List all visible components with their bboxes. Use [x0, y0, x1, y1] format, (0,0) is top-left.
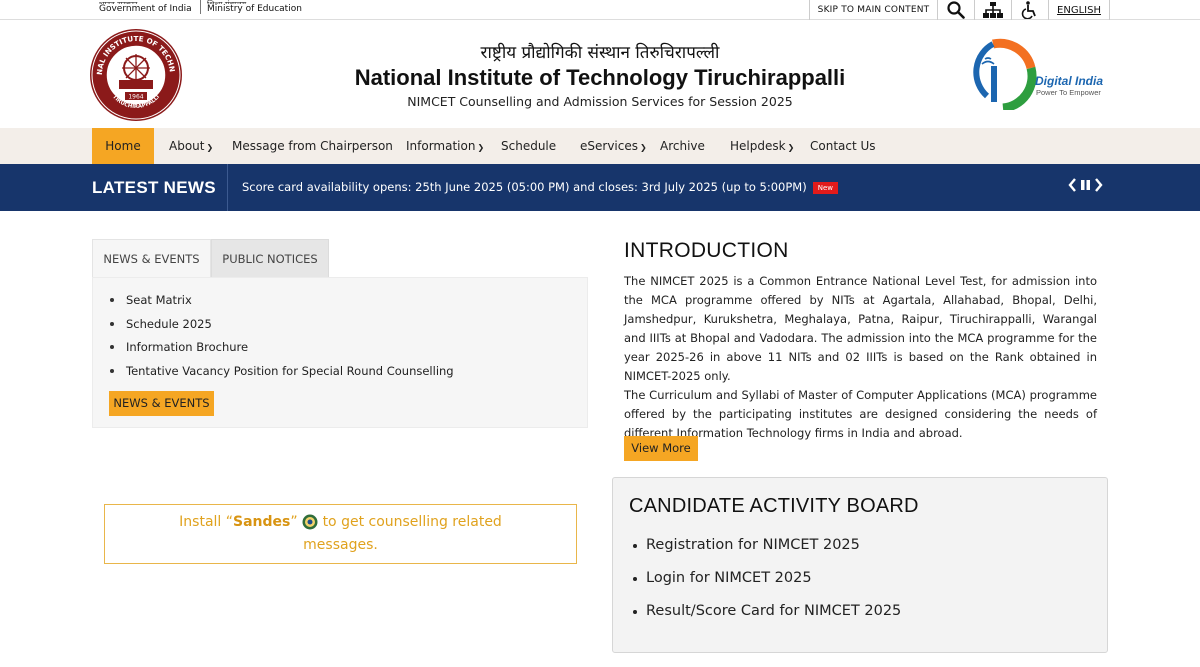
- ticker-controls: [1068, 178, 1103, 192]
- intro-paragraph-1: The NIMCET 2025 is a Common Entrance Nat…: [624, 274, 1097, 383]
- news-ticker[interactable]: Score card availability opens: 25th June…: [242, 164, 838, 211]
- next-icon[interactable]: [1094, 178, 1103, 192]
- site-title-block: राष्ट्रीय प्रौद्योगिकी संस्थान तिरुचिराप…: [300, 40, 900, 109]
- news-divider: [227, 164, 228, 211]
- intro-heading: INTRODUCTION: [624, 239, 789, 262]
- ministry-of-education: शिक्षा मंत्रालय Ministry of Education: [207, 0, 302, 14]
- news-list: Seat Matrix Schedule 2025 Information Br…: [110, 291, 454, 385]
- candidate-activity-board: CANDIDATE ACTIVITY BOARD Registration fo…: [612, 477, 1108, 653]
- search-icon[interactable]: [937, 0, 974, 20]
- sandes-line-1: Install “Sandes” to get counselling rela…: [105, 511, 576, 534]
- nav-label: Helpdesk: [730, 139, 786, 153]
- board-list: Registration for NIMCET 2025 Login for N…: [633, 533, 901, 632]
- nav-message-from-chairperson[interactable]: Message from Chairperson: [232, 128, 393, 164]
- chevron-down-icon: ❯: [787, 143, 795, 152]
- nav-contact-us[interactable]: Contact Us: [810, 128, 876, 164]
- sandes-line-2: messages.: [303, 537, 378, 553]
- board-link-registration[interactable]: Registration for NIMCET 2025: [633, 533, 901, 566]
- nav-archive[interactable]: Archive: [660, 128, 705, 164]
- tab-panel: Seat Matrix Schedule 2025 Information Br…: [92, 277, 588, 428]
- introduction-section: INTRODUCTION The NIMCET 2025 is a Common…: [624, 239, 1097, 443]
- view-more-button[interactable]: View More: [624, 436, 698, 461]
- chevron-down-icon: ❯: [206, 143, 214, 152]
- board-heading: CANDIDATE ACTIVITY BOARD: [629, 495, 919, 517]
- board-link-result[interactable]: Result/Score Card for NIMCET 2025: [633, 599, 901, 632]
- nav-label: Archive: [660, 139, 705, 153]
- nav-label: Home: [105, 139, 141, 153]
- list-item[interactable]: Schedule 2025: [110, 315, 454, 339]
- site-title: National Institute of Technology Tiruchi…: [354, 65, 846, 90]
- ministry-english: Ministry of Education: [207, 4, 302, 14]
- gov-topbar: भारत सरकार Government of India शिक्षा मं…: [0, 0, 1200, 20]
- nav-about[interactable]: About ❯: [169, 128, 213, 164]
- list-item[interactable]: Tentative Vacancy Position for Special R…: [110, 362, 454, 386]
- latest-news-label: LATEST NEWS: [92, 178, 216, 197]
- site-header: NATIONAL INSTITUTE OF TECHNOLOGY TIRUCHI…: [0, 20, 1200, 128]
- nav-label: About: [169, 139, 205, 153]
- sandes-suffix: to get counselling related: [322, 514, 502, 530]
- tab-news-events[interactable]: NEWS & EVENTS: [92, 239, 211, 278]
- board-link-login[interactable]: Login for NIMCET 2025: [633, 566, 901, 599]
- intro-paragraph-2: The Curriculum and Syllabi of Master of …: [624, 388, 1097, 440]
- sandes-app-icon: [302, 514, 318, 530]
- pause-icon[interactable]: [1080, 179, 1091, 191]
- news-item[interactable]: Score card availability opens: 25th June…: [242, 180, 807, 194]
- tab-public-notices[interactable]: PUBLIC NOTICES: [211, 239, 329, 278]
- new-badge: New: [812, 181, 838, 194]
- nit-trichy-logo[interactable]: NATIONAL INSTITUTE OF TECHNOLOGY TIRUCHI…: [85, 21, 183, 122]
- digital-india-title: Digital India: [1035, 74, 1103, 88]
- sandes-prefix: Install “: [179, 514, 234, 530]
- chevron-down-icon: ❯: [639, 143, 647, 152]
- chevron-down-icon: ❯: [477, 143, 485, 152]
- nav-label: eServices: [580, 139, 638, 153]
- digital-india-logo[interactable]: Digital India Power To Empower: [973, 38, 1113, 113]
- main-nav: Home About ❯ Message from Chairperson Inf…: [0, 128, 1200, 164]
- latest-news-bar: LATEST NEWS Score card availability open…: [0, 164, 1200, 211]
- news-notices-tabs: NEWS & EVENTS PUBLIC NOTICES Seat Matrix…: [92, 239, 588, 428]
- site-title-hindi: राष्ट्रीय प्रौद्योगिकी संस्थान तिरुचिराप…: [480, 43, 720, 63]
- sandes-app-name: Sandes: [233, 514, 291, 530]
- gov-of-india: भारत सरकार Government of India: [99, 0, 201, 14]
- sandes-quote: ”: [290, 514, 298, 530]
- language-label: ENGLISH: [1057, 4, 1101, 16]
- language-selector[interactable]: ENGLISH: [1048, 0, 1110, 20]
- site-subtitle: NIMCET Counselling and Admission Service…: [407, 94, 793, 109]
- logo-year: 1964: [128, 94, 143, 101]
- nav-schedule[interactable]: Schedule: [501, 128, 556, 164]
- digital-india-tagline: Power To Empower: [1036, 88, 1101, 97]
- skip-to-main-link[interactable]: SKIP TO MAIN CONTENT: [809, 0, 937, 20]
- news-events-button[interactable]: NEWS & EVENTS: [109, 391, 214, 416]
- prev-icon[interactable]: [1068, 178, 1077, 192]
- nav-label: Information: [406, 139, 476, 153]
- nav-information[interactable]: Information ❯: [406, 128, 484, 164]
- nav-eservices[interactable]: eServices ❯: [580, 128, 647, 164]
- nav-label: Contact Us: [810, 139, 876, 153]
- nav-label: Schedule: [501, 139, 557, 153]
- nav-helpdesk[interactable]: Helpdesk ❯: [730, 128, 794, 164]
- accessibility-icon[interactable]: [1011, 0, 1048, 20]
- nav-label: Message from Chairperson: [232, 139, 393, 153]
- nav-home[interactable]: Home: [92, 128, 154, 164]
- list-item[interactable]: Information Brochure: [110, 338, 454, 362]
- sitemap-icon[interactable]: [974, 0, 1011, 20]
- list-item[interactable]: Seat Matrix: [110, 291, 454, 315]
- top-tools: SKIP TO MAIN CONTENT ENGLISH: [809, 0, 1110, 20]
- sandes-banner[interactable]: Install “Sandes” to get counselling rela…: [104, 504, 577, 564]
- gov-english: Government of India: [99, 4, 192, 14]
